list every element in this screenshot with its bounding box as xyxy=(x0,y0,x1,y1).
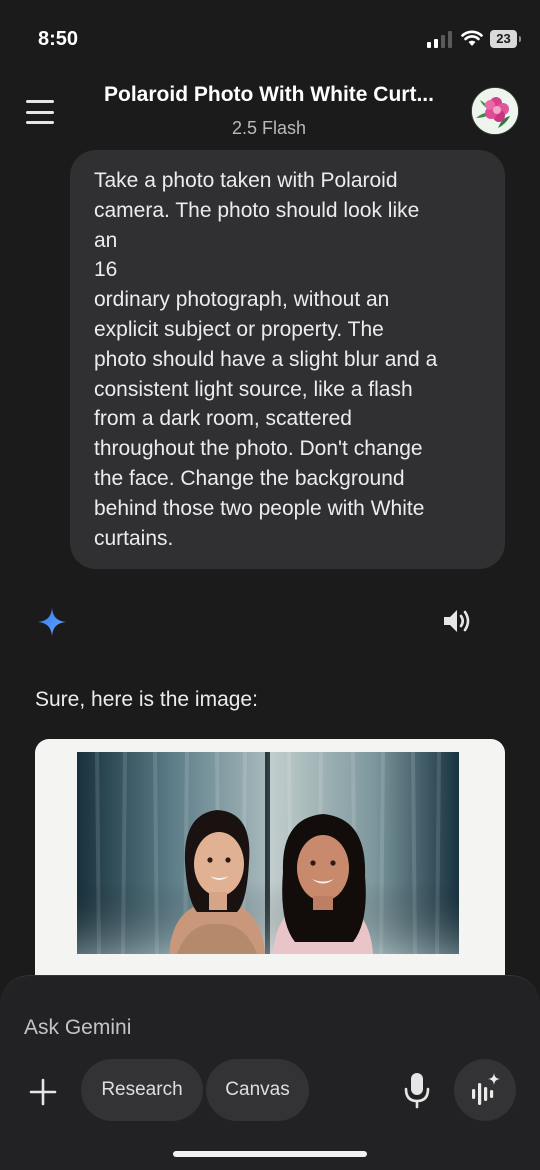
live-audio-icon xyxy=(472,1073,500,1105)
model-selector[interactable]: 2.5 Flash xyxy=(80,118,458,139)
photo-illustration xyxy=(77,752,459,954)
microphone-icon[interactable] xyxy=(402,1070,432,1110)
research-chip[interactable]: Research xyxy=(81,1059,203,1121)
response-text: Sure, here is the image: xyxy=(35,688,258,711)
chat-title[interactable]: Polaroid Photo With White Curt... xyxy=(80,83,458,107)
status-time: 8:50 xyxy=(38,28,79,50)
live-audio-button[interactable] xyxy=(454,1059,516,1121)
wifi-icon xyxy=(461,30,483,46)
hamburger-menu-icon[interactable] xyxy=(26,100,54,124)
speaker-icon[interactable] xyxy=(440,606,472,636)
signal-icon xyxy=(427,31,452,48)
chat-header: Polaroid Photo With White Curt... 2.5 Fl… xyxy=(0,78,540,148)
home-indicator xyxy=(173,1151,367,1157)
status-bar: 8:50 23 xyxy=(0,0,540,78)
canvas-chip[interactable]: Canvas xyxy=(206,1059,309,1121)
polaroid-photo xyxy=(77,752,459,954)
battery-indicator: 23 xyxy=(490,30,517,48)
user-message-bubble[interactable]: Take a photo taken with Polaroid camera.… xyxy=(70,150,505,569)
ask-gemini-input[interactable] xyxy=(24,1012,504,1044)
user-message-text: Take a photo taken with Polaroid camera.… xyxy=(94,169,438,550)
gemini-spark-icon xyxy=(38,608,66,636)
avatar[interactable] xyxy=(471,87,519,135)
plus-icon[interactable] xyxy=(27,1076,59,1108)
flower-avatar-icon xyxy=(472,88,518,134)
composer: Research Canvas xyxy=(0,975,540,1170)
battery-nub xyxy=(519,36,521,42)
